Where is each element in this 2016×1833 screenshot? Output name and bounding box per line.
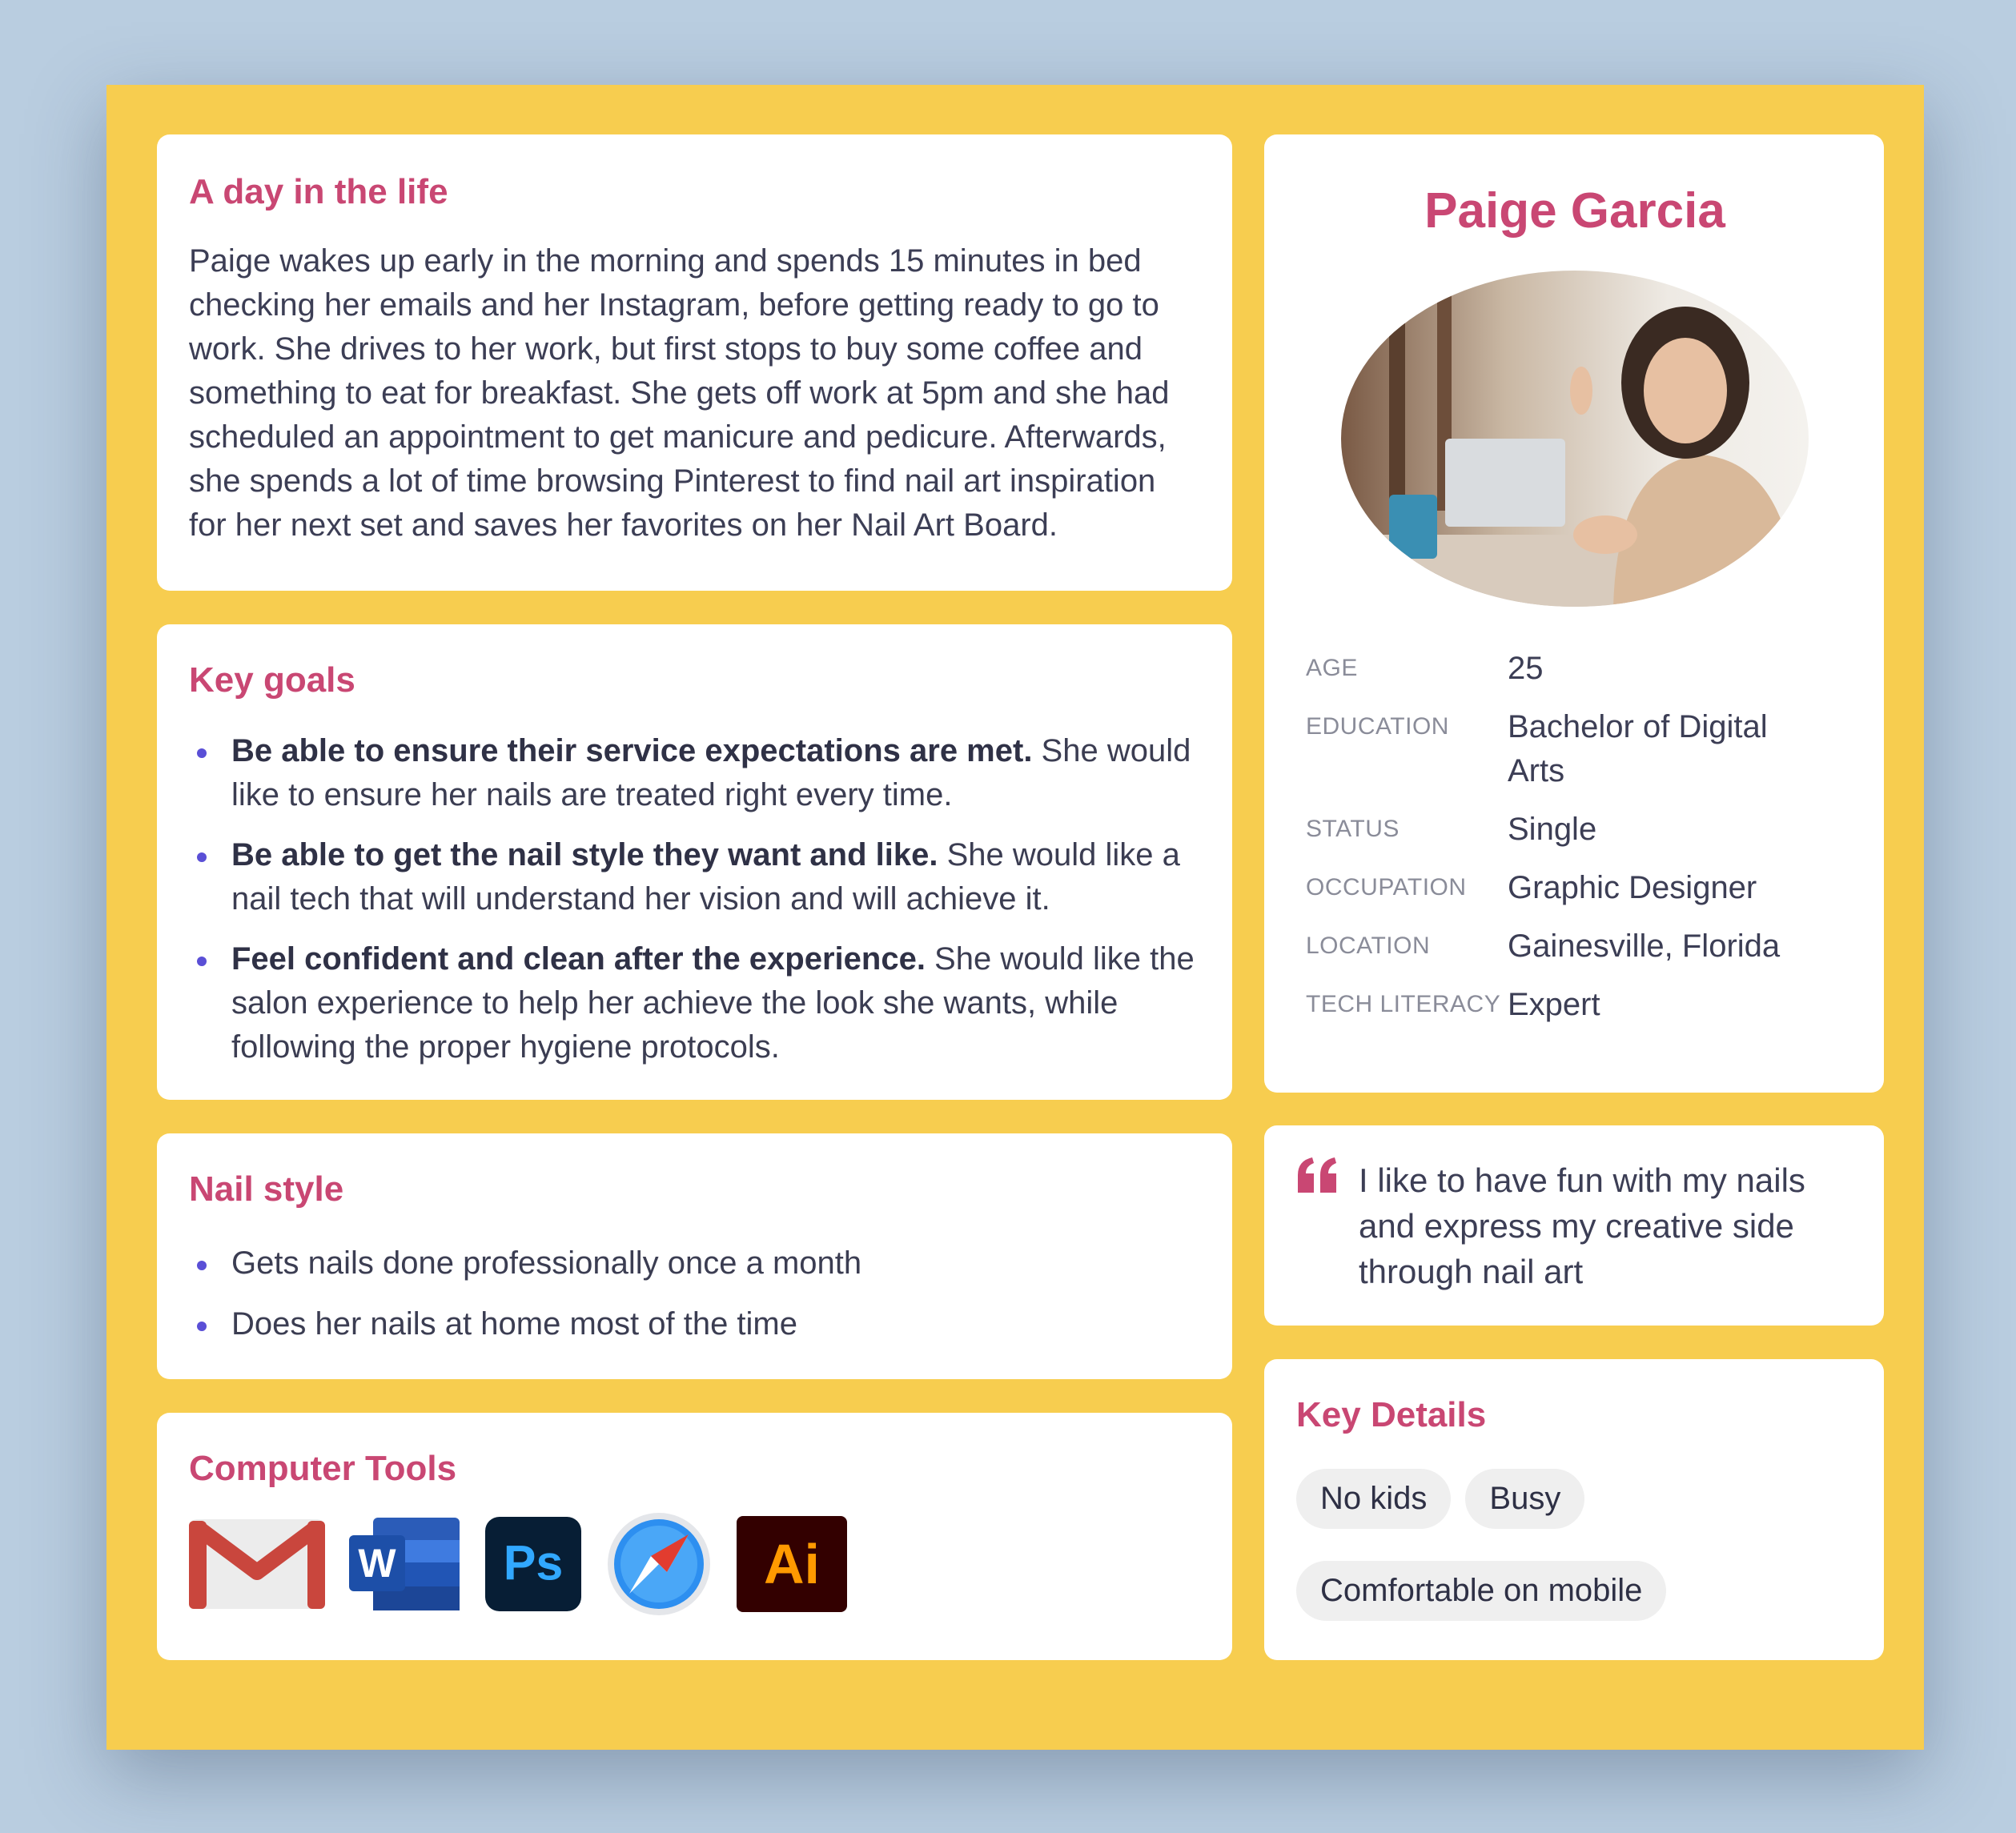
fact-label: EDUCATION bbox=[1306, 713, 1449, 740]
quote-icon bbox=[1296, 1157, 1338, 1194]
list-item: Be able to ensure their service expectat… bbox=[189, 729, 1200, 817]
nail-style-title: Nail style bbox=[189, 1169, 344, 1209]
nail-style-card: Nail style Gets nails done professionall… bbox=[157, 1133, 1232, 1379]
safari-icon bbox=[605, 1512, 713, 1615]
computer-tools-card: Computer Tools W Ps Ai bbox=[157, 1413, 1232, 1660]
fact-row: LOCATION Gainesville, Florida bbox=[1306, 925, 1844, 969]
key-goals-title: Key goals bbox=[189, 660, 355, 700]
profile-facts: AGE 25 EDUCATION Bachelor of Digital Art… bbox=[1306, 647, 1844, 1027]
profile-card: Paige Garcia AGE 25 EDUCATION Bachelor o… bbox=[1264, 134, 1884, 1093]
goal-bold: Be able to ensure their service expectat… bbox=[231, 732, 1033, 768]
illustrator-icon: Ai bbox=[737, 1515, 847, 1612]
gmail-icon bbox=[189, 1516, 325, 1612]
nail-style-list: Gets nails done professionally once a mo… bbox=[189, 1241, 1200, 1346]
quote-text: I like to have fun with my nails and exp… bbox=[1359, 1161, 1805, 1290]
bullet-dot bbox=[197, 852, 207, 862]
persona-name: Paige Garcia bbox=[1424, 183, 1725, 239]
fact-label: OCCUPATION bbox=[1306, 874, 1467, 901]
tools-row: W Ps Ai bbox=[189, 1512, 1200, 1615]
fact-row: TECH LITERACY Expert bbox=[1306, 983, 1844, 1027]
bullet-dot bbox=[197, 1260, 207, 1270]
word-letter: W bbox=[358, 1541, 396, 1586]
fact-value: Graphic Designer bbox=[1508, 870, 1757, 906]
detail-chip: Busy bbox=[1465, 1468, 1585, 1529]
word-icon: W bbox=[349, 1516, 461, 1612]
fact-label: STATUS bbox=[1306, 816, 1400, 843]
key-details-card: Key Details No kids Busy Comfortable on … bbox=[1264, 1359, 1884, 1660]
day-in-life-text: Paige wakes up early in the morning and … bbox=[189, 243, 1170, 543]
computer-tools-title: Computer Tools bbox=[189, 1449, 457, 1488]
list-item: Does her nails at home most of the time bbox=[189, 1302, 1200, 1346]
fact-value: 25 bbox=[1508, 651, 1544, 687]
goal-bold: Be able to get the nail style they want … bbox=[231, 836, 938, 872]
key-goals-list: Be able to ensure their service expectat… bbox=[189, 729, 1200, 1069]
fact-value: Single bbox=[1508, 812, 1597, 848]
day-in-life-title: A day in the life bbox=[189, 172, 448, 211]
key-details-title: Key Details bbox=[1296, 1395, 1487, 1434]
nail-style-text: Gets nails done professionally once a mo… bbox=[231, 1245, 862, 1281]
persona-board: A day in the life Paige wakes up early i… bbox=[106, 85, 1924, 1750]
fact-row: STATUS Single bbox=[1306, 808, 1844, 852]
bullet-dot bbox=[197, 1321, 207, 1331]
bullet-dot bbox=[197, 956, 207, 966]
fact-value: Bachelor of Digital Arts bbox=[1508, 709, 1768, 789]
fact-label: LOCATION bbox=[1306, 933, 1431, 960]
nail-style-text: Does her nails at home most of the time bbox=[231, 1306, 797, 1342]
avatar bbox=[1341, 271, 1809, 608]
list-item: Gets nails done professionally once a mo… bbox=[189, 1241, 1200, 1286]
photoshop-icon: Ps bbox=[485, 1516, 581, 1612]
key-goals-card: Key goals Be able to ensure their servic… bbox=[157, 624, 1232, 1100]
fact-row: EDUCATION Bachelor of Digital Arts bbox=[1306, 705, 1844, 793]
fact-value: Expert bbox=[1508, 987, 1600, 1023]
detail-chip: Comfortable on mobile bbox=[1296, 1560, 1667, 1621]
detail-chip: No kids bbox=[1296, 1468, 1452, 1529]
illustrator-letters: Ai bbox=[764, 1533, 820, 1595]
fact-row: AGE 25 bbox=[1306, 647, 1844, 691]
list-item: Be able to get the nail style they want … bbox=[189, 833, 1200, 921]
list-item: Feel confident and clean after the exper… bbox=[189, 937, 1200, 1069]
bullet-dot bbox=[197, 748, 207, 758]
fact-row: OCCUPATION Graphic Designer bbox=[1306, 866, 1844, 910]
fact-label: AGE bbox=[1306, 655, 1358, 682]
quote-card: I like to have fun with my nails and exp… bbox=[1264, 1125, 1884, 1326]
fact-value: Gainesville, Florida bbox=[1508, 929, 1781, 965]
day-in-life-card: A day in the life Paige wakes up early i… bbox=[157, 134, 1232, 591]
detail-chips: No kids Busy Comfortable on mobile bbox=[1296, 1468, 1852, 1621]
goal-bold: Feel confident and clean after the exper… bbox=[231, 941, 926, 977]
fact-label: TECH LITERACY bbox=[1306, 991, 1501, 1018]
photoshop-letters: Ps bbox=[504, 1535, 564, 1590]
